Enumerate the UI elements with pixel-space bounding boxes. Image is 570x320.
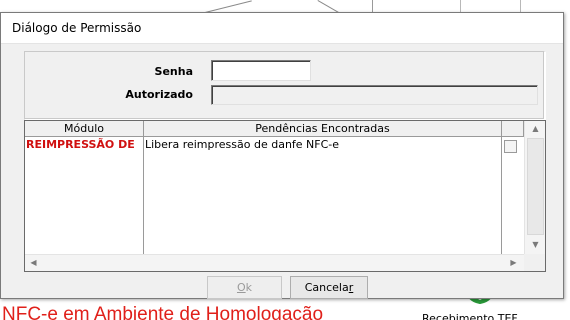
cancel-button[interactable]: Cancelar	[290, 276, 368, 299]
vertical-scroll-thumb[interactable]	[527, 138, 544, 235]
column-header-modulo[interactable]: Módulo	[25, 121, 144, 137]
senha-label: Senha	[154, 65, 193, 78]
ok-button[interactable]: Ok	[207, 276, 282, 299]
scroll-left-arrow-icon[interactable]: ◀	[25, 255, 42, 271]
scroll-up-arrow-icon[interactable]: ▲	[527, 121, 544, 137]
senha-input[interactable]	[211, 60, 311, 81]
autorizado-label: Autorizado	[125, 88, 193, 101]
scroll-right-arrow-icon[interactable]: ▶	[505, 255, 522, 271]
cancel-label-mnemonic: r	[348, 281, 354, 294]
column-divider	[143, 137, 144, 257]
column-header-pendencias[interactable]: Pendências Encontradas	[144, 121, 502, 137]
vertical-scrollbar[interactable]: ▲ ▼	[524, 121, 545, 254]
table-row[interactable]: REIMPRESSÃO DE Libera reimpressão de dan…	[25, 137, 524, 153]
cell-modulo[interactable]: REIMPRESSÃO DE	[26, 138, 143, 152]
cell-pendencia[interactable]: Libera reimpressão de danfe NFC-e	[145, 138, 501, 152]
tef-caption[interactable]: Recebimento TEF	[422, 312, 518, 320]
autorizado-field	[211, 85, 538, 105]
dialog-title: Diálogo de Permissão	[12, 21, 142, 35]
cancel-label-prefix: Cancela	[304, 281, 349, 294]
permission-dialog: Diálogo de Permissão Senha Autorizado Mó…	[0, 12, 564, 299]
environment-banner: NFC-e em Ambiente de Homologação	[2, 304, 324, 320]
column-header-check[interactable]	[502, 121, 524, 137]
pendencias-grid[interactable]: Módulo Pendências Encontradas REIMPRESSÃ…	[24, 120, 546, 272]
column-divider	[501, 137, 502, 257]
background-line	[317, 0, 339, 13]
horizontal-scrollbar[interactable]: ◀ ▶	[25, 254, 524, 271]
row-checkbox[interactable]	[504, 140, 517, 153]
ok-label-suffix: k	[245, 281, 253, 294]
ok-label-mnemonic: O	[236, 281, 246, 294]
authorization-group: Senha Autorizado	[24, 51, 545, 120]
scroll-down-arrow-icon[interactable]: ▼	[527, 237, 544, 253]
dialog-titlebar[interactable]: Diálogo de Permissão	[1, 13, 563, 44]
scrollbar-corner	[524, 254, 545, 271]
